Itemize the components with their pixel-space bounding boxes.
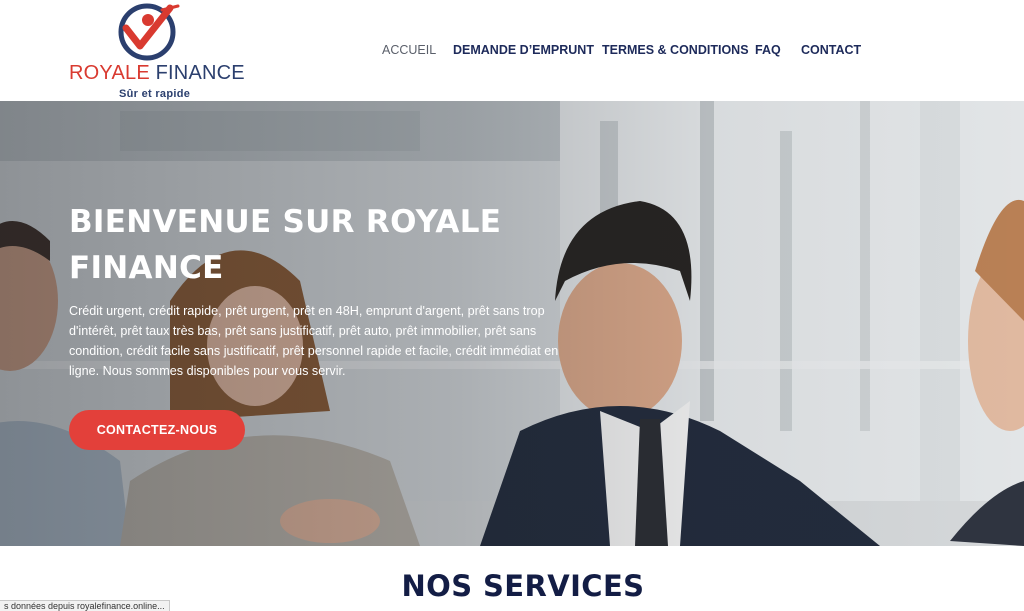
logo-wordmark: ROYALE FINANCE xyxy=(69,62,245,85)
services-heading: NOS SERVICES xyxy=(401,569,645,603)
nav-item-termes-conditions[interactable]: TERMES & CONDITIONS xyxy=(602,43,749,57)
hero-banner: BIENVENUE SUR ROYALE FINANCE Crédit urge… xyxy=(0,101,1024,546)
nav-item-demande-emprunt[interactable]: DEMANDE D’EMPRUNT xyxy=(453,43,594,57)
logo-tagline: Sûr et rapide xyxy=(119,88,191,100)
hero-description: Crédit urgent, crédit rapide, prêt urgen… xyxy=(69,304,559,378)
logo-word-finance: FINANCE xyxy=(155,62,245,84)
logo[interactable]: ROYALE FINANCE Sûr et rapide xyxy=(66,2,245,100)
browser-status-bar: s données depuis royalefinance.online... xyxy=(0,600,170,611)
nav-item-faq[interactable]: FAQ xyxy=(755,43,781,57)
logo-word-royale: ROYALE xyxy=(69,62,150,84)
site-header: ROYALE FINANCE Sûr et rapide ACCUEIL DEM… xyxy=(0,0,1024,101)
nav-item-accueil[interactable]: ACCUEIL xyxy=(382,43,436,57)
nav-item-contact[interactable]: CONTACT xyxy=(801,43,861,57)
logo-emblem-icon xyxy=(118,3,180,61)
hero-title: BIENVENUE SUR ROYALE FINANCE xyxy=(69,204,502,286)
contact-us-button[interactable]: CONTACTEZ-NOUS xyxy=(69,410,245,450)
